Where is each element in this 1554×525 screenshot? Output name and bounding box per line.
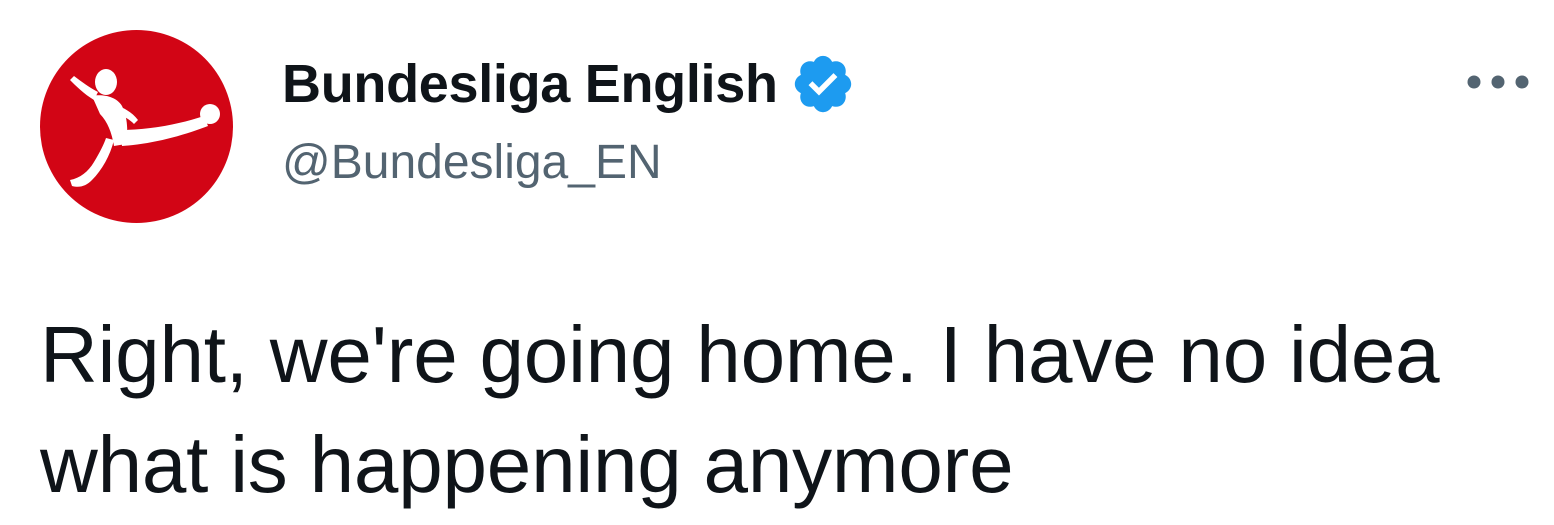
verified-badge-icon bbox=[790, 51, 856, 117]
more-options-button[interactable] bbox=[1462, 56, 1534, 108]
tweet-author: Bundesliga English @Bundesliga_EN bbox=[282, 52, 856, 192]
more-options-icon bbox=[1467, 75, 1529, 89]
tweet: Bundesliga English @Bundesliga_EN Right,… bbox=[0, 0, 1554, 525]
avatar[interactable] bbox=[40, 30, 233, 223]
author-handle[interactable]: @Bundesliga_EN bbox=[282, 134, 856, 192]
author-display-name[interactable]: Bundesliga English bbox=[282, 52, 778, 116]
bundesliga-logo-icon bbox=[70, 69, 220, 187]
tweet-text: Right, we're going home. I have no idea … bbox=[40, 310, 1440, 509]
author-name-row: Bundesliga English bbox=[282, 52, 856, 116]
